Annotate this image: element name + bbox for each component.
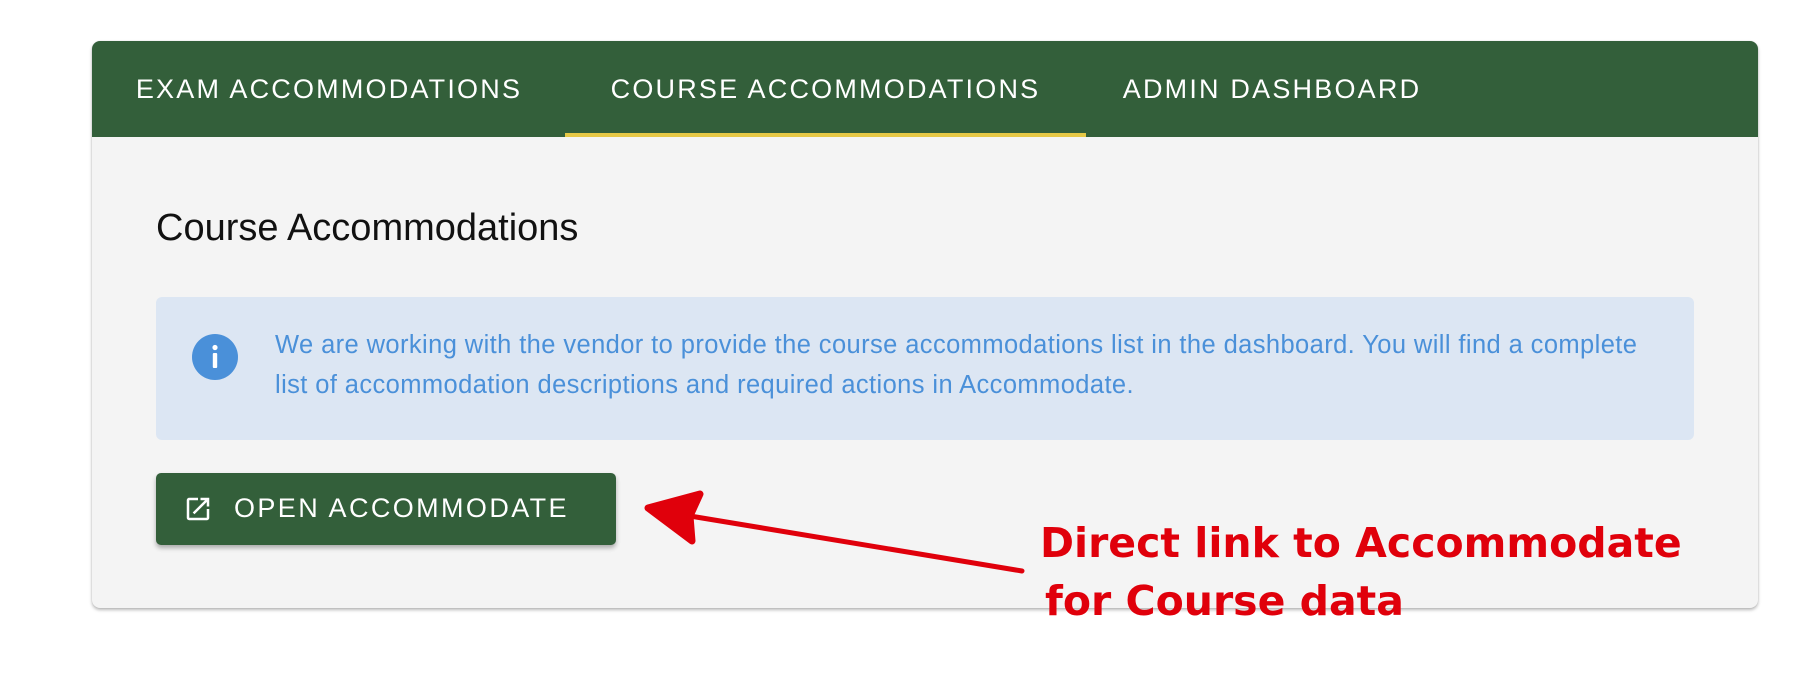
tab-exam-accommodations[interactable]: Exam Accommodations: [92, 41, 566, 137]
active-tab-indicator: [565, 133, 1086, 137]
tab-admin-dashboard[interactable]: Admin Dashboard: [1086, 41, 1458, 137]
page-title: Course Accommodations: [156, 207, 579, 249]
tab-bar: Exam Accommodations Course Accommodation…: [92, 41, 1758, 137]
info-alert: We are working with the vendor to provid…: [156, 297, 1694, 440]
info-icon: [192, 334, 238, 380]
open-accommodate-button[interactable]: OPEN ACCOMMODATE: [156, 473, 616, 545]
annotation-line-2: for Course data: [1045, 577, 1404, 625]
annotation-line-1: Direct link to Accommodate: [1040, 519, 1682, 567]
annotation-note: Direct link to Accommodate for Course da…: [1040, 514, 1682, 630]
tab-course-accommodations[interactable]: Course Accommodations: [565, 41, 1086, 137]
open-in-new-icon: [186, 497, 210, 521]
info-alert-message: We are working with the vendor to provid…: [275, 331, 1638, 399]
open-accommodate-label: OPEN ACCOMMODATE: [234, 493, 569, 523]
